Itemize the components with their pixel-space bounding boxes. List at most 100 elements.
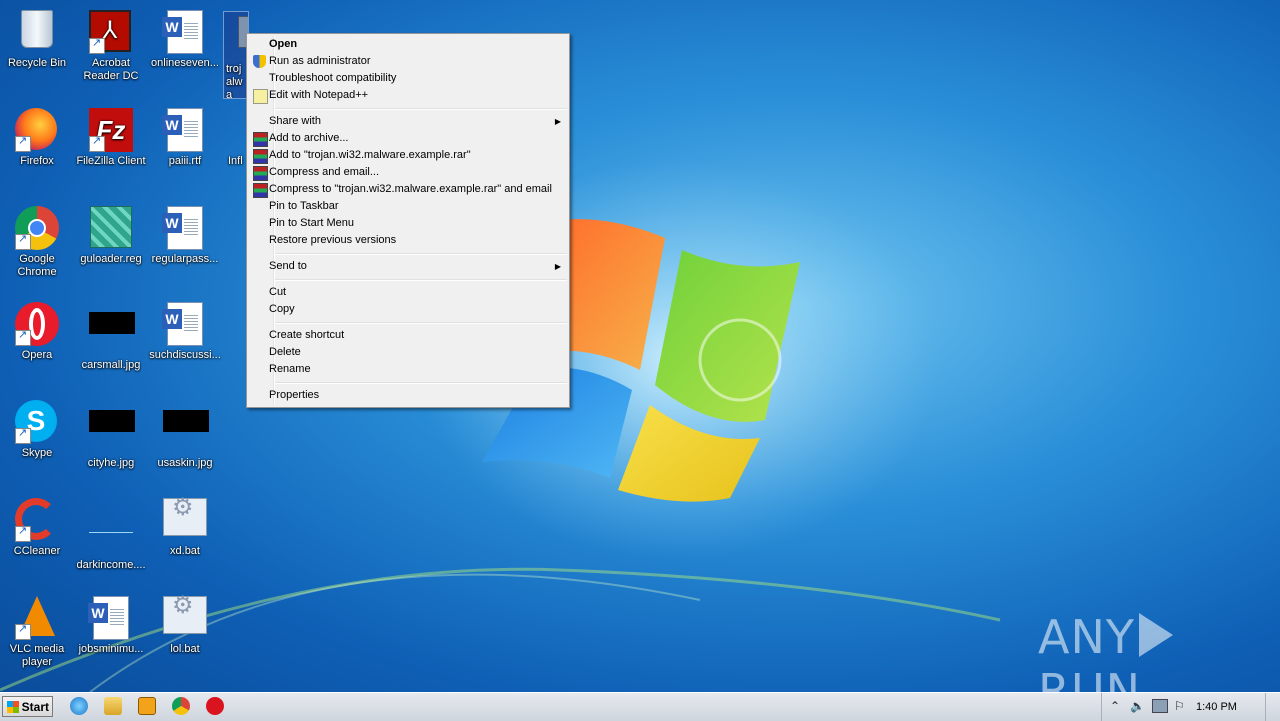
desktop-icon-acrobat[interactable]: ⅄ Acrobat Reader DC — [74, 6, 148, 83]
desktop-icon-label: FileZilla Client — [76, 155, 146, 167]
ccleaner-icon — [15, 498, 59, 542]
menu-item-copy[interactable]: Copy — [249, 301, 567, 318]
shortcut-arrow-icon — [89, 37, 105, 54]
desktop-icon-ccleaner[interactable]: CCleaner — [0, 494, 74, 558]
menu-item-label: Send to — [269, 260, 307, 272]
menu-item-label: Share with — [269, 115, 321, 127]
desktop-icon-recycle-bin[interactable]: Recycle Bin — [0, 6, 74, 70]
desktop-icon-regularpass[interactable]: regularpass... — [148, 202, 222, 266]
desktop-icon-cityhe[interactable]: cityhe.jpg — [74, 396, 148, 470]
desktop-icon-darkincome[interactable]: darkincome.... — [74, 494, 148, 572]
desktop-icon-label: usaskin.jpg — [157, 457, 213, 469]
desktop-icon-label: Infl — [228, 155, 243, 167]
desktop-icon-guloader-reg[interactable]: guloader.reg — [74, 202, 148, 266]
menu-item-create-shortcut[interactable]: Create shortcut — [249, 327, 567, 344]
menu-item-compress-and-email[interactable]: Compress and email... — [249, 164, 567, 181]
menu-item-label: Open — [269, 38, 298, 50]
image-thumbnail-icon — [89, 312, 135, 356]
shortcut-arrow-icon — [15, 427, 31, 444]
menu-item-restore-previous-versions[interactable]: Restore previous versions — [249, 232, 567, 249]
desktop-icon-onlineseven[interactable]: onlineseven... — [148, 6, 222, 70]
desktop-icon-trojan-selected[interactable]: troj alwa — [223, 11, 249, 99]
batch-file-icon — [163, 596, 207, 640]
desktop-icon-chrome[interactable]: Google Chrome — [0, 202, 74, 279]
menu-item-rename[interactable]: Rename — [249, 361, 567, 378]
menu-item-label: Compress to "trojan.wi32.malware.example… — [269, 183, 552, 195]
desktop-icon-carsmall[interactable]: carsmall.jpg — [74, 298, 148, 372]
desktop-icon-jobsminimu[interactable]: jobsminimu... — [74, 592, 148, 656]
menu-item-label: Pin to Start Menu — [269, 217, 354, 229]
menu-separator — [275, 279, 567, 281]
opera-icon[interactable] — [206, 697, 224, 715]
desktop-icon-vlc[interactable]: VLC media player — [0, 592, 74, 669]
uac-shield-icon — [253, 55, 266, 68]
desktop-icon-lol-bat[interactable]: lol.bat — [148, 592, 222, 656]
context-menu: Open Run as administrator Troubleshoot c… — [246, 33, 570, 408]
menu-item-label: Pin to Taskbar — [269, 200, 339, 212]
menu-item-label: Compress and email... — [269, 166, 380, 178]
desktop-icon-xd-bat[interactable]: xd.bat — [148, 494, 222, 558]
system-tray: ⌃ 🔈 ⚐ 1:40 PM — [1101, 693, 1280, 721]
menu-item-label: Add to archive... — [269, 132, 349, 144]
winrar-icon — [253, 183, 268, 198]
menu-item-cut[interactable]: Cut — [249, 284, 567, 301]
menu-item-pin-to-start-menu[interactable]: Pin to Start Menu — [249, 215, 567, 232]
registry-file-icon — [89, 206, 133, 250]
speaker-icon[interactable]: 🔈 — [1130, 699, 1145, 713]
watermark-left-text: ANY — [1038, 610, 1135, 664]
menu-item-add-to-archive[interactable]: Add to archive... — [249, 130, 567, 147]
desktop-icon-skype[interactable]: S Skype — [0, 396, 74, 460]
desktop-icon-suchdiscussi[interactable]: suchdiscussi... — [148, 298, 222, 362]
menu-item-label: Restore previous versions — [269, 234, 397, 246]
menu-item-run-as-administrator[interactable]: Run as administrator — [249, 53, 567, 70]
menu-item-troubleshoot-compatibility[interactable]: Troubleshoot compatibility — [249, 70, 567, 87]
desktop-icon-label: regularpass... — [151, 253, 219, 265]
desktop-icon-infl[interactable]: Infl — [224, 104, 246, 174]
desktop-icon-firefox[interactable]: Firefox — [0, 104, 74, 168]
network-icon[interactable] — [1152, 699, 1168, 713]
menu-separator — [275, 322, 567, 324]
desktop-icon-label: troj alwa — [226, 63, 243, 98]
menu-item-open[interactable]: Open — [249, 36, 567, 53]
desktop-icon-opera[interactable]: Opera — [0, 298, 74, 362]
menu-item-send-to[interactable]: Send to ▶ — [249, 258, 567, 275]
menu-item-label: Cut — [269, 286, 287, 298]
menu-item-add-to-rar[interactable]: Add to "trojan.wi32.malware.example.rar" — [249, 147, 567, 164]
menu-item-label: Delete — [269, 346, 301, 358]
menu-item-compress-to-rar-and-email[interactable]: Compress to "trojan.wi32.malware.example… — [249, 181, 567, 198]
internet-explorer-icon[interactable] — [70, 697, 88, 715]
action-center-flag-icon[interactable]: ⚐ — [1174, 699, 1185, 713]
clock[interactable]: 1:40 PM — [1196, 693, 1237, 721]
media-player-icon[interactable] — [138, 697, 156, 715]
menu-item-label: Troubleshoot compatibility — [269, 72, 397, 84]
shortcut-arrow-icon — [15, 135, 31, 152]
menu-item-delete[interactable]: Delete — [249, 344, 567, 361]
menu-item-share-with[interactable]: Share with ▶ — [249, 113, 567, 130]
vlc-cone-icon — [15, 596, 59, 640]
desktop-icon-paiii[interactable]: paiii.rtf — [148, 104, 222, 168]
menu-item-label: Run as administrator — [269, 55, 371, 67]
word-document-icon — [162, 206, 207, 250]
shortcut-arrow-icon — [89, 135, 105, 152]
menu-item-pin-to-taskbar[interactable]: Pin to Taskbar — [249, 198, 567, 215]
start-button[interactable]: Start — [2, 696, 53, 717]
menu-separator — [275, 253, 567, 255]
notepad-plus-plus-icon — [253, 89, 268, 104]
desktop-icon-label: onlineseven... — [151, 57, 219, 69]
desktop-icon-label: xd.bat — [170, 545, 200, 557]
desktop-icon-filezilla[interactable]: Fz FileZilla Client — [74, 104, 148, 168]
desktop-icon-label: Recycle Bin — [7, 57, 67, 69]
explorer-icon[interactable] — [104, 697, 122, 715]
desktop-icon-usaskin[interactable]: usaskin.jpg — [148, 396, 222, 470]
acrobat-icon: ⅄ — [89, 10, 133, 54]
show-desktop-button[interactable] — [1265, 693, 1280, 721]
show-hidden-icons-arrow[interactable]: ⌃ — [1110, 699, 1120, 713]
menu-item-properties[interactable]: Properties — [249, 387, 567, 404]
desktop-icon-label: paiii.rtf — [168, 155, 202, 167]
menu-item-edit-with-notepad[interactable]: Edit with Notepad++ — [249, 87, 567, 104]
shortcut-arrow-icon — [15, 233, 31, 250]
chrome-icon[interactable] — [172, 697, 190, 715]
play-logo-icon — [1138, 613, 1173, 657]
submenu-arrow-icon: ▶ — [554, 117, 561, 126]
word-document-icon — [88, 596, 133, 640]
